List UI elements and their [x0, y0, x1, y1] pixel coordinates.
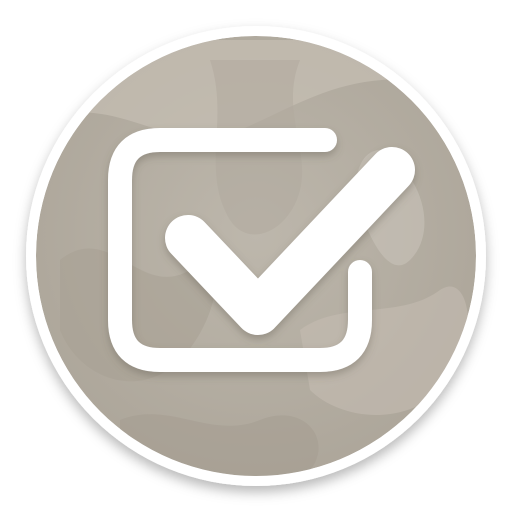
checkbox-checked-badge-icon[interactable]: [0, 0, 512, 512]
icon-canvas: [0, 0, 512, 512]
